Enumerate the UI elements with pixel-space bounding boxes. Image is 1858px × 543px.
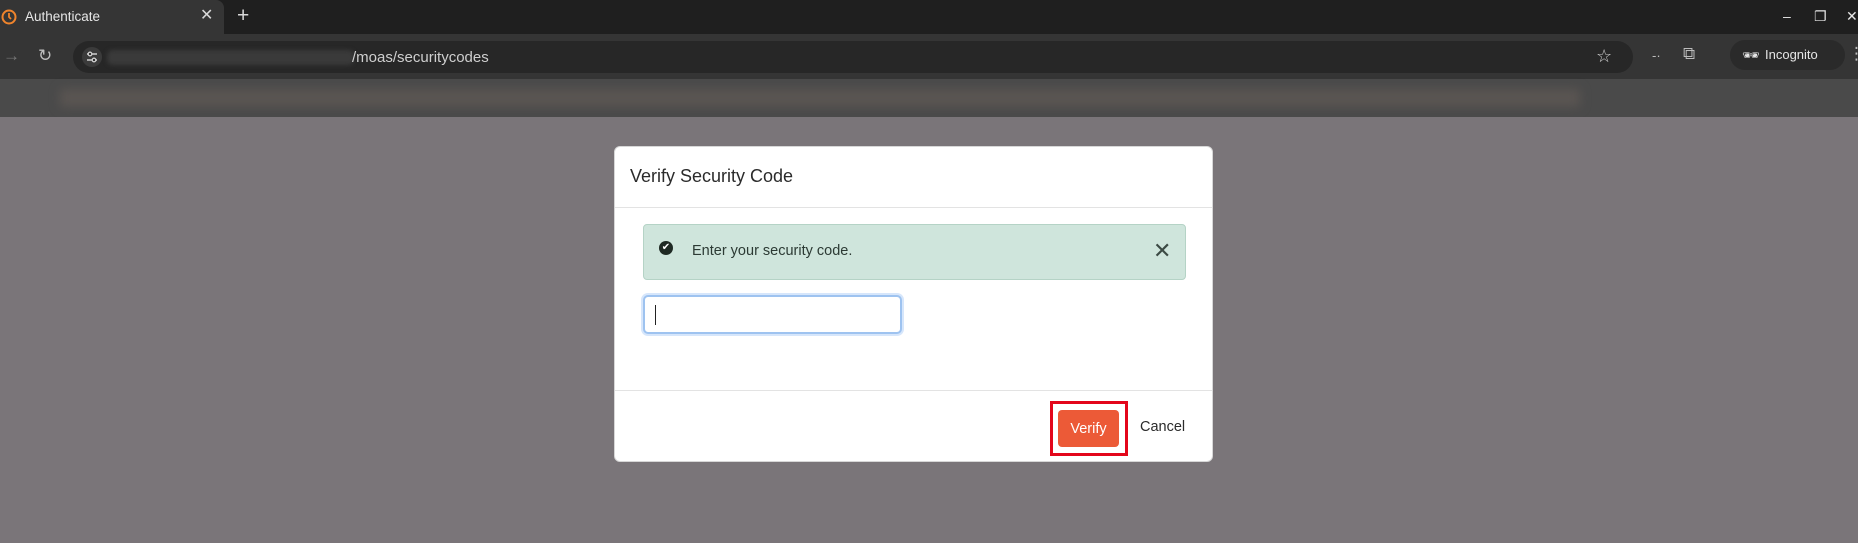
- incognito-icon: 🕶: [1742, 47, 1760, 63]
- alert-message: Enter your security code.: [692, 243, 853, 259]
- tab-title: Authenticate: [25, 9, 101, 24]
- verify-security-code-dialog: Verify Security Code ✔ Enter your securi…: [614, 146, 1213, 462]
- new-tab-icon[interactable]: +: [237, 4, 249, 28]
- site-header-blurred: [0, 79, 1858, 117]
- reload-icon[interactable]: ↻: [38, 46, 52, 66]
- text-caret: [655, 305, 656, 325]
- tab-favicon-icon: [1, 9, 17, 25]
- site-settings-icon[interactable]: [82, 47, 102, 67]
- minimize-icon[interactable]: –: [1783, 7, 1791, 25]
- active-tab[interactable]: Authenticate ✕: [0, 0, 224, 34]
- extensions-icon[interactable]: ⧉: [1683, 44, 1695, 64]
- dialog-footer: Verify Cancel: [615, 390, 1212, 461]
- address-bar[interactable]: /moas/securitycodes ☆: [73, 41, 1633, 73]
- info-alert: ✔ Enter your security code. ✕: [643, 224, 1186, 280]
- security-code-input[interactable]: [643, 295, 902, 334]
- restore-icon[interactable]: ❐: [1814, 7, 1827, 25]
- tab-close-icon[interactable]: ✕: [200, 7, 213, 25]
- url-path: /moas/securitycodes: [352, 49, 489, 66]
- dialog-title: Verify Security Code: [630, 166, 794, 186]
- alert-close-icon[interactable]: ✕: [1153, 240, 1171, 262]
- tab-bar: Authenticate ✕ + – ❐ ✕: [0, 0, 1858, 34]
- bookmark-star-icon[interactable]: ☆: [1596, 46, 1612, 67]
- tab-search-icon[interactable]: -·: [1652, 46, 1661, 66]
- menu-icon[interactable]: ⋮: [1848, 44, 1858, 64]
- blurred-content: [60, 89, 1580, 107]
- incognito-label: Incognito: [1765, 47, 1818, 62]
- window-close-icon[interactable]: ✕: [1846, 7, 1858, 25]
- check-circle-icon: ✔: [659, 241, 673, 255]
- incognito-badge[interactable]: 🕶 Incognito: [1730, 40, 1845, 70]
- browser-toolbar: → ↻ /moas/securitycodes ☆ -· ⧉ ⋮: [0, 34, 1858, 79]
- url-domain-blurred: [107, 50, 354, 65]
- dialog-header: Verify Security Code: [615, 147, 1212, 208]
- verify-button[interactable]: Verify: [1058, 410, 1119, 447]
- forward-icon[interactable]: →: [3, 46, 20, 66]
- cancel-button[interactable]: Cancel: [1140, 419, 1185, 435]
